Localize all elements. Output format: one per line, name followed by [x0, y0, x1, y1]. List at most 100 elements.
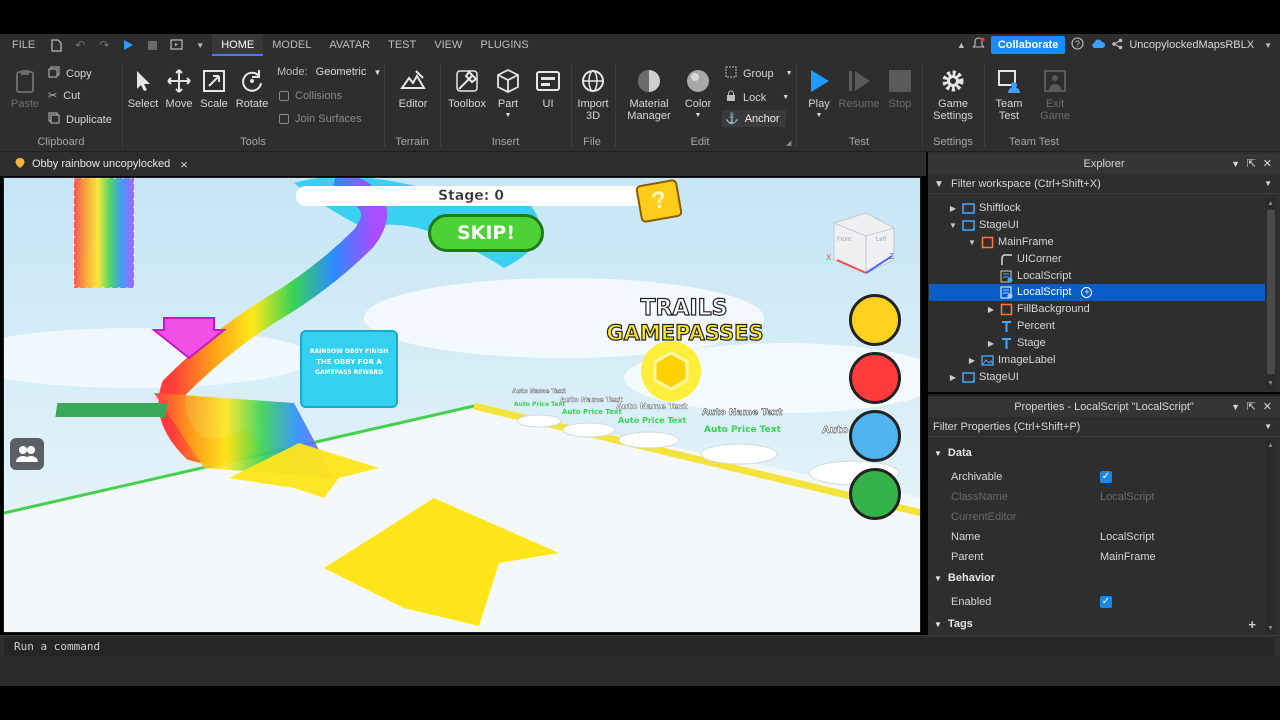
player-list-button[interactable] — [10, 438, 44, 470]
explorer-undock-icon[interactable]: ⇱ — [1247, 154, 1256, 174]
quick-access-dropdown-icon[interactable]: ▼ — [193, 38, 207, 52]
tab-plugins[interactable]: PLUGINS — [471, 34, 537, 56]
properties-filter-dropdown-icon[interactable]: ▼ — [1264, 417, 1272, 437]
add-tag-icon[interactable]: + — [1248, 617, 1256, 632]
skip-button[interactable]: SKIP! — [428, 214, 544, 252]
color-button[interactable]: Color ▼ — [682, 68, 714, 119]
section-collapse-icon[interactable]: ▼ — [934, 574, 942, 583]
expand-arrow-icon[interactable]: ▶ — [948, 369, 958, 386]
team-test-button[interactable]: Team Test — [990, 68, 1028, 122]
stop-button[interactable]: Stop — [884, 68, 916, 110]
gamepass-button-trail[interactable] — [849, 294, 901, 346]
screen-icon[interactable] — [169, 38, 183, 52]
section-tags[interactable]: ▼ Tags + — [928, 614, 1278, 634]
exit-game-button[interactable]: Exit Game — [1036, 68, 1074, 122]
tab-view[interactable]: VIEW — [425, 34, 471, 56]
tab-test[interactable]: TEST — [379, 34, 425, 56]
expand-arrow-icon[interactable]: ▶ — [986, 335, 996, 352]
game-viewport[interactable]: Stage: 0 ? SKIP! RAINBOW OBBY FINISH THE… — [3, 177, 921, 633]
section-collapse-icon[interactable]: ▼ — [934, 449, 942, 458]
tree-item-percent[interactable]: Percent — [986, 318, 1264, 335]
play-dropdown-icon[interactable]: ▼ — [803, 112, 835, 119]
redo-icon[interactable]: ↷ — [97, 38, 111, 52]
gamepass-button-speed[interactable] — [849, 352, 901, 404]
collapse-arrow-icon[interactable]: ▼ — [967, 234, 977, 251]
lock-dropdown-icon[interactable]: ▼ — [782, 94, 789, 101]
resume-button[interactable]: Resume — [837, 68, 881, 110]
game-settings-button[interactable]: Game Settings — [930, 68, 976, 122]
tree-item-stageui-2[interactable]: ▶ StageUI — [948, 369, 1264, 386]
duplicate-button[interactable]: Duplicate — [48, 112, 112, 127]
tab-home[interactable]: HOME — [212, 34, 264, 56]
scroll-up-icon[interactable]: ▲ — [1267, 442, 1274, 449]
file-menu[interactable]: FILE — [0, 34, 44, 56]
document-tab-close-icon[interactable]: × — [180, 157, 188, 172]
paste-button[interactable]: Paste — [8, 68, 42, 110]
collapse-ribbon-icon[interactable]: ▲ — [957, 40, 966, 50]
properties-scrollbar[interactable]: ▲ ▼ — [1266, 440, 1276, 634]
ui-button[interactable]: UI — [532, 68, 564, 110]
color-dropdown-icon[interactable]: ▼ — [682, 112, 714, 119]
explorer-filter-dropdown-icon[interactable]: ▼ — [1264, 174, 1272, 194]
tree-item-imagelabel[interactable]: ▶ ImageLabel — [967, 352, 1264, 369]
tree-item-localscript-1[interactable]: LocalScript — [986, 268, 1264, 285]
prop-parent[interactable]: Parent MainFrame — [928, 547, 1278, 567]
properties-collapse-icon[interactable]: ▼ — [1231, 397, 1240, 417]
archivable-checkbox[interactable]: ✓ — [1100, 471, 1112, 483]
prop-enabled[interactable]: Enabled ✓ — [928, 592, 1278, 612]
account-name[interactable]: UncopylockedMapsRBLX — [1129, 39, 1254, 51]
tab-model[interactable]: MODEL — [263, 34, 320, 56]
cut-button[interactable]: ✂ Cut — [48, 89, 80, 103]
properties-undock-icon[interactable]: ⇱ — [1247, 397, 1256, 417]
new-file-icon[interactable] — [49, 38, 63, 52]
add-object-icon[interactable]: + — [1081, 287, 1093, 298]
gamepass-button-coil[interactable] — [849, 410, 901, 462]
toolbox-button[interactable]: Toolbox — [446, 68, 488, 110]
edit-group-expand-icon[interactable]: ◢ — [786, 139, 791, 147]
collaborate-button[interactable]: Collaborate — [990, 36, 1066, 54]
explorer-scrollbar[interactable]: ▲ ▼ — [1266, 196, 1276, 390]
part-button[interactable]: Part ▼ — [492, 68, 524, 119]
join-surfaces-checkbox[interactable] — [279, 114, 289, 124]
expand-arrow-icon[interactable]: ▶ — [986, 301, 996, 318]
section-collapse-icon[interactable]: ▼ — [934, 620, 942, 629]
import-3d-button[interactable]: Import 3D — [573, 68, 613, 122]
tree-item-mainframe[interactable]: ▼ MainFrame — [967, 234, 1264, 251]
rotate-tool-button[interactable]: Rotate — [234, 68, 270, 110]
tree-item-localscript-2-selected[interactable]: LocalScript + — [929, 284, 1265, 301]
lock-button[interactable]: Lock ▼ — [725, 90, 789, 105]
part-dropdown-icon[interactable]: ▼ — [492, 112, 524, 119]
tree-item-uicorner[interactable]: UICorner — [986, 251, 1264, 268]
collisions-checkbox[interactable] — [279, 91, 289, 101]
prop-value[interactable]: MainFrame — [1100, 551, 1156, 563]
expand-arrow-icon[interactable]: ▶ — [948, 200, 958, 217]
tree-item-fillbackground[interactable]: ▶ FillBackground — [986, 301, 1264, 318]
notification-bell-icon[interactable] — [972, 37, 985, 53]
undo-icon[interactable]: ↶ — [73, 38, 87, 52]
scroll-thumb[interactable] — [1267, 210, 1275, 374]
copy-button[interactable]: Copy — [48, 66, 92, 81]
tree-item-shiftlock[interactable]: ▶ Shiftlock — [948, 200, 1264, 217]
collisions-toggle[interactable]: Collisions — [279, 90, 342, 102]
tree-item-stage[interactable]: ▶ Stage — [986, 335, 1264, 352]
section-behavior[interactable]: ▼ Behavior — [928, 568, 1278, 588]
group-dropdown-icon[interactable]: ▼ — [786, 70, 793, 77]
gamepass-button-key[interactable] — [849, 468, 901, 520]
scale-tool-button[interactable]: Scale — [198, 68, 230, 110]
share-icon[interactable] — [1111, 38, 1123, 53]
scroll-down-icon[interactable]: ▼ — [1267, 380, 1275, 388]
help-icon[interactable]: ? — [1071, 37, 1084, 53]
material-manager-button[interactable]: Material Manager — [624, 68, 674, 122]
anchor-button[interactable]: ⚓ Anchor — [722, 110, 786, 127]
explorer-collapse-icon[interactable]: ▼ — [1231, 154, 1240, 174]
properties-filter[interactable]: Filter Properties (Ctrl+Shift+P) ▼ — [928, 417, 1280, 437]
terrain-editor-button[interactable]: Editor — [393, 68, 433, 110]
group-button[interactable]: Group ▼ — [725, 66, 793, 81]
enabled-checkbox[interactable]: ✓ — [1100, 596, 1112, 608]
tab-avatar[interactable]: AVATAR — [320, 34, 379, 56]
prop-name[interactable]: Name LocalScript — [928, 527, 1278, 547]
explorer-close-icon[interactable]: ✕ — [1263, 154, 1272, 174]
play-icon[interactable] — [121, 38, 135, 52]
play-button[interactable]: Play ▼ — [803, 68, 835, 119]
tree-item-stageui[interactable]: ▼ StageUI — [948, 217, 1264, 234]
